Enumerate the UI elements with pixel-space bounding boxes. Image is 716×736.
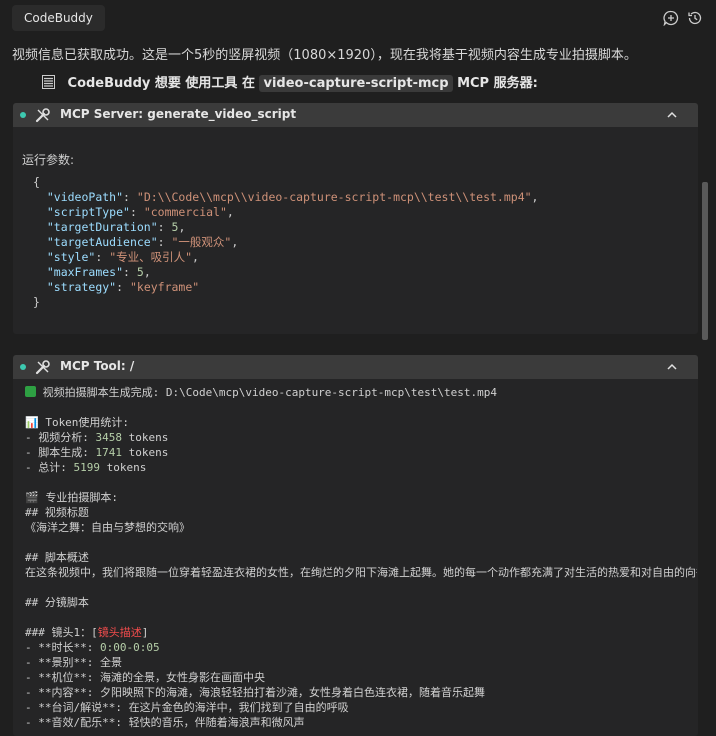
top-bar: CodeBuddy [0, 0, 716, 36]
params-label: 运行参数: [22, 153, 75, 167]
panel-header[interactable]: MCP Tool: / [13, 355, 698, 379]
token-header: 📊 Token使用统计: [25, 416, 130, 429]
server-icon [42, 75, 55, 89]
tools-icon [35, 108, 50, 123]
app-tab[interactable]: CodeBuddy [12, 5, 105, 31]
params-json: { "videoPath": "D:\\Code\\mcp\\video-cap… [33, 175, 539, 309]
tools-icon [35, 360, 50, 375]
token-label: - 视频分析: [25, 431, 96, 444]
intro-message: 视频信息已获取成功。这是一个5秒的竖屏视频（1080×1920），现在我将基于视… [12, 48, 637, 63]
shot-desc: 镜头描述 [97, 626, 142, 639]
duration-value: 0:00-0:05 [99, 641, 160, 654]
mcp-tool-panel: MCP Tool: / 视频拍摄脚本生成完成: D:\Code\mcp\vide… [13, 355, 698, 736]
panel-title: MCP Tool: / [60, 359, 135, 373]
script-header: 🎬 专业拍摄脚本: [25, 491, 118, 504]
script-line: - **内容**: 夕阳映照下的海滩，海浪轻轻拍打着沙滩，女性身着白色连衣裙，随… [25, 686, 485, 699]
script-line: - **台词/解说**: 在这片金色的海洋中，我们找到了自由的呼吸 [25, 701, 349, 714]
param-videoPath: "D:\\Code\\mcp\\video-capture-script-mcp… [136, 190, 532, 204]
shot-heading-end: ] [141, 626, 149, 639]
script-line: - **音效/配乐**: 轻快的音乐，伴随着海浪声和微风声 [25, 716, 305, 729]
param-targetDuration: 5 [171, 220, 179, 234]
request-prefix: CodeBuddy 想要 使用工具 在 [67, 76, 255, 91]
chevron-up-icon[interactable] [666, 361, 678, 373]
token-value: 5199 [73, 461, 101, 474]
mcp-server-panel: MCP Server: generate_video_script 运行参数: … [13, 103, 698, 334]
storyboard-heading: ## 分镜脚本 [25, 596, 89, 609]
duration-label: - **时长**: [25, 641, 100, 654]
overview-heading: ## 脚本概述 [25, 551, 89, 564]
request-suffix: MCP 服务器: [457, 76, 538, 91]
token-label: - 总计: [25, 461, 74, 474]
new-chat-icon[interactable] [663, 10, 679, 26]
token-label: - 脚本生成: [25, 446, 96, 459]
param-style: "专业、吸引人" [109, 250, 193, 264]
overview-text: 在这条视频中，我们将跟随一位穿着轻盈连衣裙的女性，在绚烂的夕阳下海滩上起舞。她的… [25, 566, 697, 579]
video-title: 《海洋之舞：自由与梦想的交响》 [25, 521, 190, 534]
history-icon[interactable] [687, 10, 703, 26]
token-unit: tokens [100, 461, 147, 474]
param-strategy: "keyframe" [129, 280, 200, 294]
script-line: - **景别**: 全景 [25, 656, 122, 669]
video-title-heading: ## 视频标题 [25, 506, 89, 519]
panel-title: MCP Server: generate_video_script [60, 107, 297, 121]
tool-request-line: CodeBuddy 想要 使用工具 在 video-capture-script… [42, 72, 538, 92]
param-scriptType: "commercial" [143, 205, 227, 219]
status-dot [20, 364, 26, 370]
param-maxFrames: 5 [136, 265, 144, 279]
tool-output: 视频拍摄脚本生成完成: D:\Code\mcp\video-capture-sc… [25, 385, 697, 730]
server-name: video-capture-script-mcp [259, 75, 453, 92]
token-value: 1741 [95, 446, 123, 459]
script-line: - **机位**: 海滩的全景，女性身影在画面中央 [25, 671, 265, 684]
token-unit: tokens [122, 446, 169, 459]
result-line: 视频拍摄脚本生成完成: D:\Code\mcp\video-capture-sc… [36, 386, 497, 399]
panel-header[interactable]: MCP Server: generate_video_script [13, 103, 698, 127]
scrollbar[interactable] [702, 182, 708, 340]
token-value: 3458 [95, 431, 123, 444]
status-dot [20, 112, 26, 118]
param-targetAudience: "一般观众" [171, 235, 232, 249]
shot-heading: ### 镜头1：[ [25, 626, 98, 639]
chevron-up-icon[interactable] [666, 109, 678, 121]
token-unit: tokens [122, 431, 169, 444]
check-icon [25, 386, 36, 397]
